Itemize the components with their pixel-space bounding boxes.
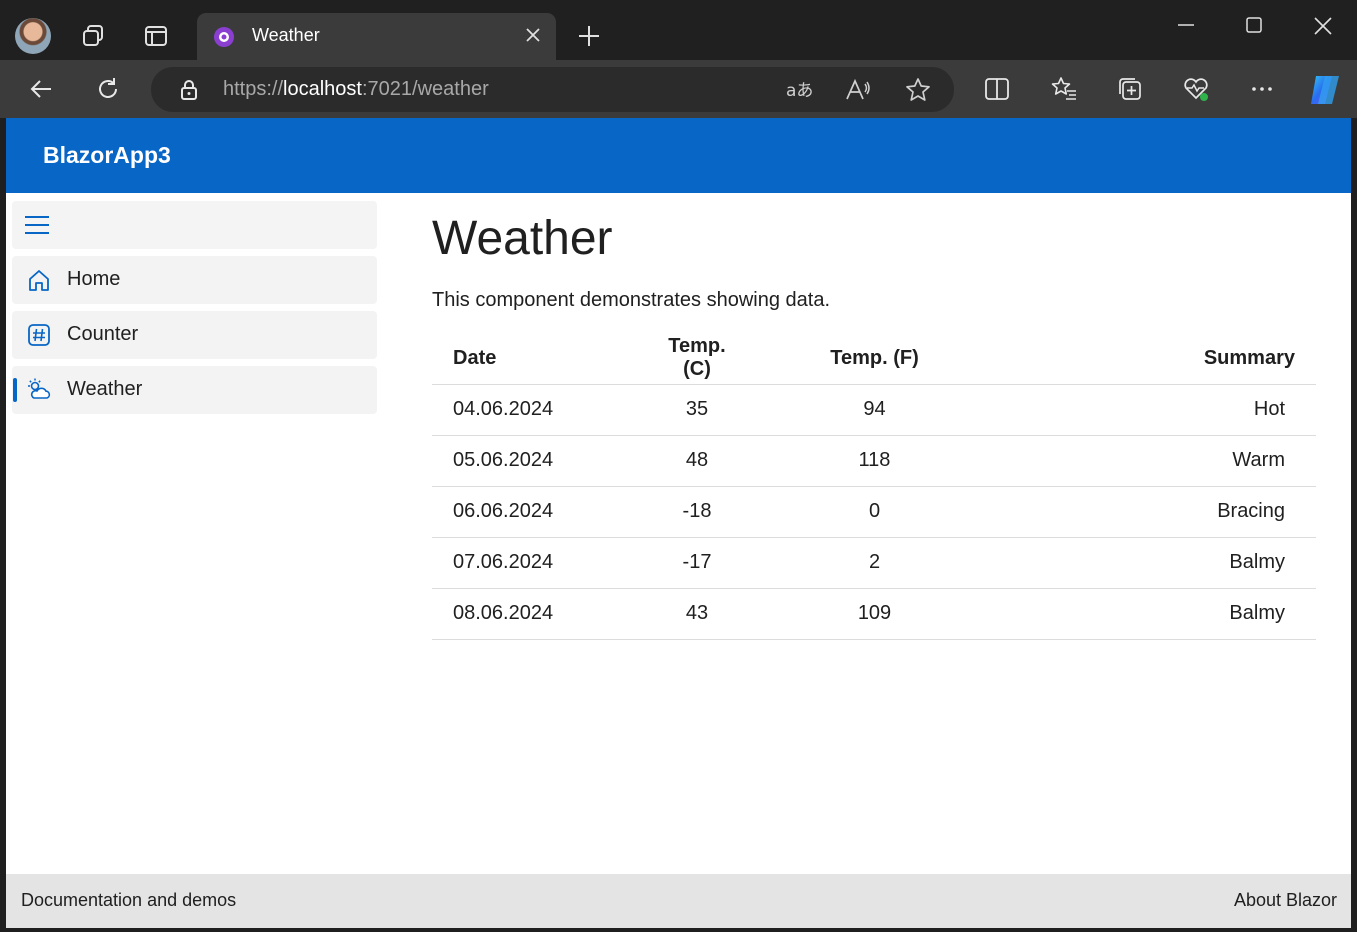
new-tab-icon[interactable] <box>575 22 603 50</box>
back-arrow-icon[interactable] <box>26 74 56 104</box>
favorites-icon[interactable] <box>1049 74 1079 104</box>
svg-text:aあ: aあ <box>786 81 812 101</box>
page-footer: Documentation and demos About Blazor <box>6 874 1351 928</box>
cell-date: 06.06.2024 <box>432 486 632 538</box>
column-header-date: Date <box>432 333 632 385</box>
browser-essentials-icon[interactable] <box>1181 74 1211 104</box>
sidebar-item-label: Home <box>67 268 121 290</box>
hamburger-icon <box>25 216 49 234</box>
column-header-temp-f: Temp. (F) <box>762 333 987 385</box>
table-row: 07.06.2024 -17 2 Balmy <box>432 537 1316 589</box>
cell-temp-c: 43 <box>632 588 762 640</box>
table-header-row: Date Temp. (C) Temp. (F) Summary <box>432 333 1316 385</box>
page-title: Weather <box>432 212 613 265</box>
table-row: 04.06.2024 35 94 Hot <box>432 384 1316 436</box>
cell-summary: Warm <box>987 435 1316 487</box>
home-icon <box>26 267 52 293</box>
cell-date: 05.06.2024 <box>432 435 632 487</box>
menu-toggle-button[interactable] <box>12 201 377 249</box>
close-tab-icon[interactable] <box>523 25 543 45</box>
blazor-favicon-icon <box>212 25 236 49</box>
cell-temp-f: 109 <box>762 588 987 640</box>
lock-icon[interactable] <box>174 75 204 105</box>
close-window-icon[interactable] <box>1309 12 1337 40</box>
browser-tab-active[interactable]: Weather <box>197 13 556 61</box>
minimize-icon[interactable] <box>1172 12 1200 40</box>
tab-title: Weather <box>252 25 320 45</box>
cell-date: 08.06.2024 <box>432 588 632 640</box>
cell-temp-c: -18 <box>632 486 762 538</box>
address-bar[interactable]: https://localhost:7021/weather aあ <box>151 67 954 112</box>
column-header-summary: Summary <box>987 333 1316 385</box>
more-options-icon[interactable] <box>1247 74 1277 104</box>
collections-icon[interactable] <box>1115 74 1145 104</box>
active-indicator <box>13 378 17 402</box>
cell-summary: Balmy <box>987 537 1316 589</box>
cell-summary: Hot <box>987 384 1316 436</box>
workspaces-icon[interactable] <box>80 22 108 50</box>
cell-summary: Bracing <box>987 486 1316 538</box>
favorite-star-icon[interactable] <box>903 75 933 105</box>
sidebar-item-label: Counter <box>67 323 139 345</box>
sidebar-item-label: Weather <box>67 378 143 400</box>
weather-icon <box>26 377 52 403</box>
about-blazor-link[interactable]: About Blazor <box>1234 890 1337 911</box>
cell-temp-c: 48 <box>632 435 762 487</box>
cell-temp-f: 2 <box>762 537 987 589</box>
app-brand[interactable]: BlazorApp3 <box>43 142 171 169</box>
page-description: This component demonstrates showing data… <box>432 289 830 311</box>
web-page: BlazorApp3 Home Counter Weather Weather … <box>6 118 1351 928</box>
cell-temp-c: 35 <box>632 384 762 436</box>
cell-temp-f: 118 <box>762 435 987 487</box>
url-text[interactable]: https://localhost:7021/weather <box>223 78 489 101</box>
sidebar-item-counter[interactable]: Counter <box>12 311 377 359</box>
read-aloud-icon[interactable] <box>843 75 873 105</box>
sidebar-item-weather[interactable]: Weather <box>12 366 377 414</box>
cell-date: 07.06.2024 <box>432 537 632 589</box>
documentation-link[interactable]: Documentation and demos <box>21 890 236 911</box>
maximize-icon[interactable] <box>1240 12 1268 40</box>
refresh-icon[interactable] <box>93 74 123 104</box>
cell-temp-f: 94 <box>762 384 987 436</box>
weather-table: Date Temp. (C) Temp. (F) Summary 04.06.2… <box>432 333 1316 640</box>
profile-avatar[interactable] <box>15 18 51 54</box>
browser-toolbar: https://localhost:7021/weather aあ <box>0 60 1357 118</box>
sidebar-item-home[interactable]: Home <box>12 256 377 304</box>
cell-date: 04.06.2024 <box>432 384 632 436</box>
cell-temp-c: -17 <box>632 537 762 589</box>
table-row: 05.06.2024 48 118 Warm <box>432 435 1316 487</box>
app-header: BlazorApp3 <box>6 118 1351 193</box>
table-row: 06.06.2024 -18 0 Bracing <box>432 486 1316 538</box>
browser-titlebar: Weather <box>0 0 1357 61</box>
translate-icon[interactable]: aあ <box>783 75 813 105</box>
tab-actions-icon[interactable] <box>142 22 170 50</box>
cell-summary: Balmy <box>987 588 1316 640</box>
column-header-temp-c: Temp. (C) <box>632 333 762 385</box>
table-row: 08.06.2024 43 109 Balmy <box>432 588 1316 640</box>
hash-icon <box>26 322 52 348</box>
split-screen-icon[interactable] <box>982 74 1012 104</box>
sidebar-nav: Home Counter Weather <box>6 193 386 873</box>
cell-temp-f: 0 <box>762 486 987 538</box>
copilot-icon[interactable] <box>1307 72 1343 108</box>
